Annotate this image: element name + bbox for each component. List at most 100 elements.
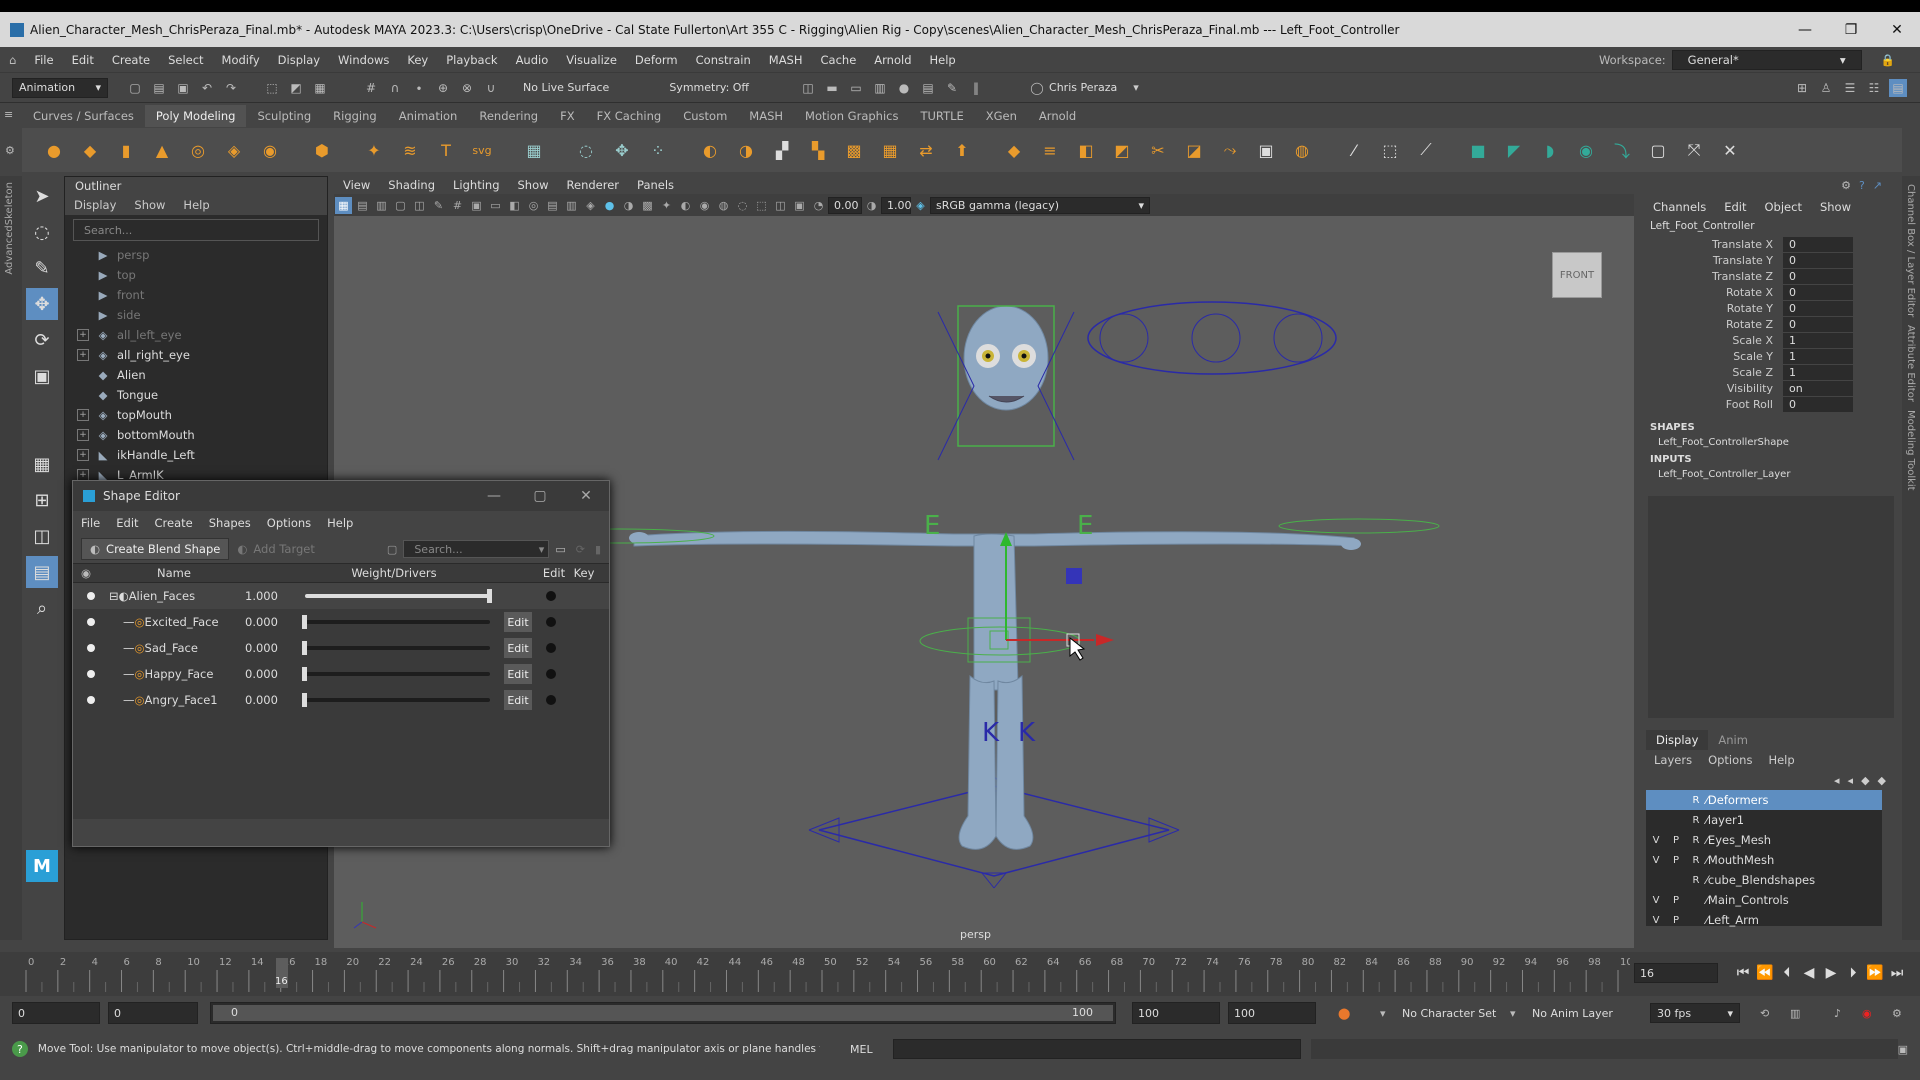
menuset-dropdown[interactable]: Animation ▾: [12, 77, 108, 98]
channel-attribute-value[interactable]: 0: [1783, 396, 1853, 412]
soft-select-icon[interactable]: ✥: [608, 136, 636, 164]
shelf-gear-icon[interactable]: ≡: [4, 108, 13, 121]
channel-attribute-name[interactable]: Rotate Z: [1640, 318, 1783, 331]
playback-start-field[interactable]: 0: [108, 1002, 198, 1024]
quad-draw-icon[interactable]: ▣: [1252, 136, 1280, 164]
expand-icon[interactable]: +: [77, 409, 89, 421]
move-layer-up-icon[interactable]: ◂: [1834, 774, 1840, 787]
pause-render-icon[interactable]: ‖: [967, 79, 985, 97]
type-icon[interactable]: T: [432, 136, 460, 164]
safe-action-icon[interactable]: ▤: [544, 197, 561, 214]
playback-end-field[interactable]: 100: [1132, 1002, 1220, 1024]
expand-icon[interactable]: +: [77, 349, 89, 361]
channel-attribute-row[interactable]: Foot Roll 0: [1640, 396, 1902, 412]
visibility-dot[interactable]: [87, 644, 95, 652]
channel-box-tab-show[interactable]: Show: [1811, 200, 1860, 214]
weight-slider-handle[interactable]: [302, 667, 307, 681]
shelf-tab-rigging[interactable]: Rigging: [322, 105, 388, 127]
channel-attribute-row[interactable]: Rotate X0: [1640, 284, 1902, 300]
motion-blur-icon[interactable]: ◍: [715, 197, 732, 214]
poly-disc-icon[interactable]: ◉: [256, 136, 284, 164]
single-view-icon[interactable]: ▦: [26, 448, 58, 480]
field-chart-icon[interactable]: ◎: [525, 197, 542, 214]
play-backward-icon[interactable]: ◀: [1798, 965, 1820, 981]
outliner-item[interactable]: + ◈ all_left_eye: [77, 325, 327, 345]
layer-p-toggle[interactable]: P: [1666, 915, 1686, 926]
outliner-item[interactable]: ▶ persp: [77, 245, 327, 265]
menu-windows[interactable]: Windows: [329, 53, 398, 67]
right-eye-control[interactable]: [1191, 313, 1241, 363]
layer-tab-anim[interactable]: Anim: [1708, 730, 1758, 750]
shelf-tab-poly-modeling[interactable]: Poly Modeling: [144, 105, 247, 127]
smooth-shade-icon[interactable]: ●: [601, 197, 618, 214]
cut-icon[interactable]: ◍: [1288, 136, 1316, 164]
xray-joints-icon[interactable]: ▣: [791, 197, 808, 214]
range-bar[interactable]: 0 100: [210, 1002, 1116, 1024]
menu-visualize[interactable]: Visualize: [557, 53, 626, 67]
boolean-icon[interactable]: ▚: [804, 136, 832, 164]
shelf-tab-fx[interactable]: FX: [549, 105, 586, 127]
render-view-icon[interactable]: ▤: [919, 79, 937, 97]
separate-icon[interactable]: ◑: [732, 136, 760, 164]
weight-slider[interactable]: [302, 615, 490, 629]
outliner-item[interactable]: + ◈ all_right_eye: [77, 345, 327, 365]
anim-layer-label[interactable]: No Anim Layer: [1532, 1007, 1613, 1020]
user-dropdown-icon[interactable]: ▾: [1133, 81, 1139, 94]
z-axis-handle[interactable]: [1066, 568, 1082, 584]
menu-select[interactable]: Select: [159, 53, 212, 67]
channel-attribute-name[interactable]: Foot Roll: [1640, 398, 1783, 411]
character-controls-icon[interactable]: ♙: [1817, 79, 1835, 97]
step-back-key-icon[interactable]: ⏪: [1754, 965, 1776, 981]
new-scene-icon[interactable]: ▢: [126, 79, 144, 97]
select-hierarchy-icon[interactable]: ⬚: [263, 79, 281, 97]
uv-auto-icon[interactable]: ■: [1464, 136, 1492, 164]
exposure-icon[interactable]: ◔: [810, 197, 827, 214]
menu-key[interactable]: Key: [398, 53, 437, 67]
add-target-button[interactable]: ◐ Add Target: [229, 539, 323, 559]
edit-target-button[interactable]: Edit: [504, 690, 532, 710]
bridge-icon[interactable]: ≡: [1036, 136, 1064, 164]
go-to-end-icon[interactable]: ⏭: [1886, 965, 1908, 981]
symmetry-field[interactable]: Symmetry: Off: [669, 81, 749, 94]
film-gate-icon[interactable]: ▣: [468, 197, 485, 214]
weight-slider[interactable]: [302, 693, 490, 707]
viewport-menu-show[interactable]: Show: [509, 178, 558, 192]
range-bar-fill[interactable]: [213, 1005, 1113, 1021]
shape-row[interactable]: — ◎ Excited_Face 0.000 Edit: [73, 609, 609, 635]
uv-planar-icon[interactable]: ◤: [1500, 136, 1528, 164]
channel-attribute-name[interactable]: Translate X: [1640, 238, 1783, 251]
snap-curve-icon[interactable]: ∩: [386, 79, 404, 97]
poly-torus-icon[interactable]: ◎: [184, 136, 212, 164]
image-plane-icon[interactable]: ▢: [392, 197, 409, 214]
weight-slider[interactable]: [302, 667, 490, 681]
edit-target-button[interactable]: Edit: [504, 638, 532, 658]
select-uv-icon[interactable]: ◌: [572, 136, 600, 164]
character-set-label[interactable]: No Character Set: [1402, 1007, 1496, 1020]
weight-slider-handle[interactable]: [487, 589, 492, 603]
shape-menu-create[interactable]: Create: [147, 516, 201, 530]
channel-box-icon[interactable]: ▤: [1889, 78, 1907, 97]
platonic-solid-icon[interactable]: ⬢: [308, 136, 336, 164]
key-dot[interactable]: [546, 695, 556, 705]
select-component-icon[interactable]: ▦: [311, 79, 329, 97]
delete-icon[interactable]: ▮: [595, 543, 601, 556]
channel-attribute-value[interactable]: 0: [1783, 284, 1853, 300]
select-object-icon[interactable]: ◩: [287, 79, 305, 97]
channel-box-tab-channels[interactable]: Channels: [1644, 200, 1715, 214]
colorspace-dropdown[interactable]: sRGB gamma (legacy) ▾: [930, 196, 1150, 214]
outliner-menu-help[interactable]: Help: [174, 198, 218, 212]
key-dot[interactable]: [546, 643, 556, 653]
poly-sphere-icon[interactable]: ●: [40, 136, 68, 164]
paint-select-icon[interactable]: ✎: [26, 252, 58, 284]
tool-settings-icon[interactable]: ☷: [1865, 79, 1883, 97]
time-slider[interactable]: 0 2 4 6 8 10 12 14 16 18 20 22 24 26 28 30 32 34 36 38 40 42 4…: [0, 952, 1920, 996]
layer-v-toggle[interactable]: V: [1646, 855, 1666, 866]
outliner-item[interactable]: + ◈ bottomMouth: [77, 425, 327, 445]
uv-cut-icon[interactable]: ⤵: [1608, 136, 1636, 164]
layer-menu-help[interactable]: Help: [1760, 753, 1802, 767]
channel-attribute-row[interactable]: Rotate Y0: [1640, 300, 1902, 316]
script-editor-icon[interactable]: ▣: [1898, 1043, 1908, 1056]
shelf-tab-motion-graphics[interactable]: Motion Graphics: [794, 105, 909, 127]
layer-r-toggle[interactable]: R: [1686, 875, 1706, 886]
outliner-menu-display[interactable]: Display: [65, 198, 125, 212]
